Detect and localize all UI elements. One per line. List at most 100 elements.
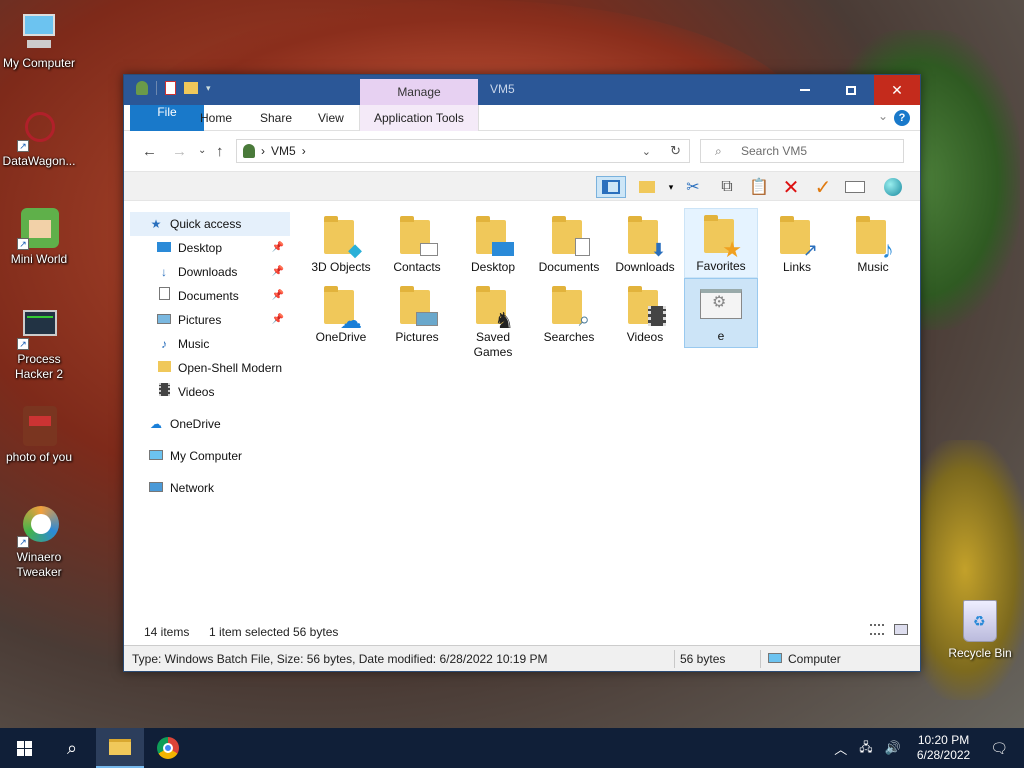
- desktop-icon-process-hacker[interactable]: ↗ Process Hacker 2: [1, 306, 77, 382]
- desktop-icon-mini-world[interactable]: ↗ Mini World: [1, 206, 77, 267]
- tab-application-tools[interactable]: Application Tools: [359, 105, 479, 131]
- paste-icon[interactable]: 📋: [748, 176, 770, 198]
- globe-icon[interactable]: [882, 176, 904, 198]
- picture-icon: [156, 308, 172, 332]
- forward-button[interactable]: →: [172, 143, 187, 160]
- large-icons-view-icon[interactable]: [894, 624, 908, 638]
- close-button[interactable]: ✕: [874, 75, 920, 105]
- search-input[interactable]: ⌕ Search VM5: [700, 139, 904, 163]
- desktop-icon-datawagon[interactable]: ↗ DataWagon...: [1, 108, 77, 169]
- chevron-up-icon[interactable]: ︿: [828, 739, 853, 758]
- taskbar-file-explorer[interactable]: [96, 728, 144, 768]
- properties-icon[interactable]: [165, 81, 176, 95]
- nav-network[interactable]: Network: [130, 476, 290, 500]
- search-button[interactable]: ⌕: [48, 728, 96, 768]
- nav-desktop[interactable]: Desktop 📌: [130, 236, 290, 260]
- nav-quick-access[interactable]: ★ Quick access: [130, 212, 290, 236]
- folder-videos[interactable]: Videos: [608, 280, 682, 350]
- search-placeholder: Search VM5: [741, 144, 808, 158]
- contact-card-icon: [420, 243, 438, 258]
- selection-count: 1 item selected: [209, 625, 290, 639]
- address-field[interactable]: › VM5 › ⌄ ↻: [236, 139, 690, 163]
- desktop-icon-my-computer[interactable]: My Computer: [1, 10, 77, 71]
- chevron-right-icon[interactable]: ›: [302, 144, 306, 158]
- navigation-pane-toggle-icon[interactable]: [596, 176, 626, 198]
- minimize-icon: [800, 89, 810, 91]
- chevron-down-icon[interactable]: ▾: [660, 176, 682, 198]
- nav-music[interactable]: ♪ Music: [130, 332, 290, 356]
- winaero-icon: ↗: [17, 504, 61, 548]
- tab-share[interactable]: Share: [246, 105, 306, 131]
- rename-icon[interactable]: [844, 176, 866, 198]
- folder-onedrive[interactable]: ☁ OneDrive: [304, 280, 378, 350]
- details-view-icon[interactable]: [870, 624, 884, 638]
- desktop-icon-photo-of-you[interactable]: photo of you: [1, 404, 77, 465]
- nav-my-computer[interactable]: My Computer: [130, 444, 290, 468]
- new-folder-icon[interactable]: [184, 82, 198, 94]
- folder-contacts[interactable]: Contacts: [380, 210, 454, 280]
- document-icon: [575, 238, 590, 258]
- tab-home[interactable]: Home: [186, 105, 246, 131]
- film-icon: [648, 306, 666, 328]
- folder-options-icon[interactable]: [636, 176, 658, 198]
- cut-icon[interactable]: ✂: [682, 176, 704, 198]
- maximize-button[interactable]: [828, 75, 874, 105]
- folder-documents[interactable]: Documents: [532, 210, 606, 280]
- folder-desktop[interactable]: Desktop: [456, 210, 530, 280]
- folder-searches[interactable]: ⌕ Searches: [532, 280, 606, 350]
- check-icon[interactable]: ✓: [812, 176, 834, 199]
- desktop-icon-label: Winaero Tweaker: [16, 550, 62, 579]
- refresh-icon[interactable]: ↻: [670, 143, 681, 159]
- nav-onedrive[interactable]: ☁ OneDrive: [130, 412, 290, 436]
- folder-music[interactable]: ♪ Music: [836, 210, 910, 280]
- folder-downloads[interactable]: ⬇ Downloads: [608, 210, 682, 280]
- back-button[interactable]: ←: [142, 143, 157, 160]
- file-e-batch[interactable]: ⚙ e: [684, 278, 758, 348]
- chevron-right-icon[interactable]: ›: [261, 144, 265, 158]
- desktop-icon: [492, 242, 514, 258]
- tab-view[interactable]: View: [304, 105, 358, 131]
- clock[interactable]: 10:20 PM 6/28/2022: [907, 733, 980, 763]
- close-icon: ✕: [891, 81, 903, 98]
- minimize-button[interactable]: [782, 75, 828, 105]
- pin-icon: 📌: [271, 314, 284, 325]
- start-button[interactable]: [0, 728, 48, 768]
- folder-3d-objects[interactable]: ◆ 3D Objects: [304, 210, 378, 280]
- nav-pictures[interactable]: Pictures 📌: [130, 308, 290, 332]
- taskbar-chrome[interactable]: [144, 728, 192, 768]
- recent-locations-button[interactable]: ⌄: [198, 145, 206, 156]
- delete-icon[interactable]: ✕: [780, 176, 802, 199]
- user-folder-icon[interactable]: [136, 81, 148, 95]
- volume-icon[interactable]: 🔊: [879, 740, 907, 756]
- title-bar[interactable]: ▾ Manage VM5 ✕: [124, 75, 920, 105]
- desktop-icon-winaero-tweaker[interactable]: ↗ Winaero Tweaker: [1, 504, 77, 580]
- desktop-icon-label: Recycle Bin: [948, 646, 1012, 660]
- nav-documents[interactable]: Documents 📌: [130, 284, 290, 308]
- shortcut-arrow-icon: ↗: [17, 536, 29, 548]
- up-button[interactable]: ↑: [216, 143, 224, 160]
- desktop-icon-recycle-bin[interactable]: ♻ Recycle Bin: [942, 600, 1018, 660]
- picture-icon: [416, 312, 438, 328]
- nav-downloads[interactable]: ↓ Downloads 📌: [130, 260, 290, 284]
- breadcrumb-vm5[interactable]: VM5: [271, 144, 296, 158]
- customize-qat-icon[interactable]: ▾: [206, 83, 211, 94]
- address-dropdown-icon[interactable]: ⌄: [642, 145, 651, 158]
- context-tab-manage[interactable]: Manage: [360, 79, 478, 105]
- clock-date: 6/28/2022: [916, 748, 971, 762]
- folder-saved-games[interactable]: ♞ Saved Games: [456, 280, 530, 360]
- notification-icon[interactable]: 🗨: [980, 740, 1024, 757]
- chevron-down-icon[interactable]: ⌄: [878, 109, 888, 123]
- folder-pictures[interactable]: Pictures: [380, 280, 454, 350]
- folder-links[interactable]: ↗ Links: [760, 210, 834, 280]
- recycle-bin-icon: ♻: [963, 600, 997, 642]
- status-bar: 14 items 1 item selected 56 bytes: [124, 619, 920, 645]
- ribbon-tabs: File Home Share View Application Tools ⌄…: [124, 105, 920, 175]
- copy-icon[interactable]: ⧉: [716, 176, 738, 198]
- shortcut-arrow-icon: ↗: [17, 238, 29, 250]
- video-icon: [156, 380, 172, 404]
- folder-favorites[interactable]: ★ Favorites: [684, 208, 758, 278]
- help-icon[interactable]: ?: [894, 110, 910, 126]
- nav-videos[interactable]: Videos: [130, 380, 290, 404]
- network-icon[interactable]: 🖧: [853, 738, 878, 759]
- nav-open-shell[interactable]: Open-Shell Modern: [130, 356, 290, 380]
